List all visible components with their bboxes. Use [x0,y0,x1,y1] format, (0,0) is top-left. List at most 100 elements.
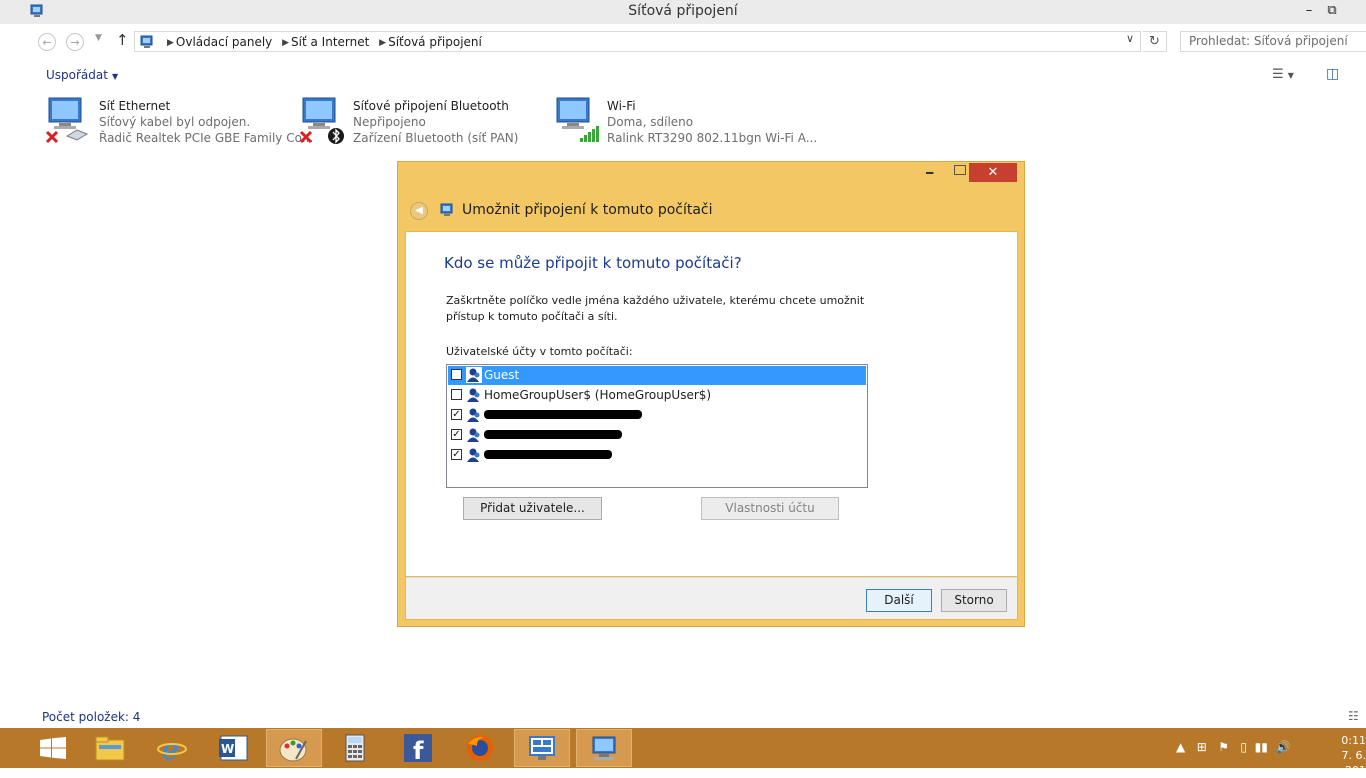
breadcrumb-control-panel[interactable]: Ovládací panely [176,35,272,49]
user-name: HomeGroupUser$ (HomeGroupUser$) [484,388,712,402]
taskbar-facebook[interactable]: f [390,729,446,767]
svg-text:e: e [162,734,179,762]
user-list-label: Uživatelské účty v tomto počítači: [446,345,633,358]
breadcrumb-network-internet[interactable]: Síť a Internet [291,35,369,49]
user-name: Guest [484,368,520,382]
restore-button[interactable]: ⧉ [1321,2,1343,20]
chevron-down-icon: ▼ [111,72,119,81]
internet-explorer-icon: e [157,733,187,766]
firefox-icon [467,735,493,761]
checkbox-checked[interactable]: ✓ [451,409,462,420]
checkbox-checked[interactable]: ✓ [451,429,462,440]
breadcrumb-network-connections[interactable]: Síťová připojení [388,35,482,49]
cancel-button[interactable]: Storno [941,589,1007,612]
user-list-item[interactable]: ✓ [448,426,866,445]
dialog-heading: Kdo se může připojit k tomuto počítači? [444,254,742,272]
search-input[interactable]: Prohledat: Síťová připojení [1180,31,1366,52]
system-tray: ▲ ⊞ ⚑ ▯ ▮▮ 🔊 [1176,740,1290,754]
refresh-button[interactable]: ↻ [1143,31,1167,52]
user-accounts-list[interactable]: Guest HomeGroupUser$ (HomeGroupUser$) ✓ ✓ ✓ [446,364,868,488]
add-user-button[interactable]: Přidat uživatele... [463,497,602,520]
paint-icon [279,738,307,762]
forward-button[interactable]: → [66,33,84,51]
window-title: Síťová připojení [628,3,738,19]
remote-desktop-icon [529,736,555,760]
bluetooth-disconnected-icon [299,97,344,144]
connection-device: Řadič Realtek PCIe GBE Family Co... [99,131,314,145]
back-button[interactable]: ← [38,33,56,51]
checkbox-unchecked[interactable] [451,389,462,400]
dialog-close-button[interactable]: ✕ [969,163,1017,182]
user-account-icon [466,367,482,383]
calculator-icon [345,734,365,762]
connection-name: Síť Ethernet [99,99,171,113]
show-hidden-icons-icon[interactable]: ▲ [1176,740,1185,754]
item-count-status: Počet položek: 4 [42,710,141,724]
user-account-icon [466,427,482,443]
taskbar-firefox[interactable] [452,729,508,767]
ethernet-disconnected-icon [45,97,89,144]
user-list-item[interactable]: ✓ [448,446,866,465]
windows-flag-icon[interactable]: ⊞ [1197,740,1207,754]
dialog-maximize-button[interactable] [954,165,966,175]
taskbar-remote-desktop[interactable] [514,729,570,767]
checkbox-checked[interactable]: ✓ [451,449,462,460]
command-bar: Uspořádat ▼ ☰ ▼ ◫ [0,60,1366,90]
network-icon [440,203,453,216]
organize-label: Uspořádat [46,68,108,82]
redacted-user-name [484,430,622,439]
connection-name: Wi-Fi [607,99,636,113]
svg-text:f: f [413,737,424,762]
dialog-content: Kdo se může připojit k tomuto počítači? … [405,231,1018,577]
address-history-dropdown-icon[interactable]: ∨ [1126,32,1134,45]
next-button[interactable]: Další [866,589,932,612]
user-account-icon [466,387,482,403]
connection-device: Ralink RT3290 802.11bgn Wi-Fi A... [607,131,818,145]
account-properties-button[interactable]: Vlastnosti účtu [701,497,839,520]
dialog-instruction: Zaškrtněte políčko vedle jména každého u… [446,294,865,323]
wifi-signal-icon[interactable]: ▮▮ [1255,740,1268,754]
organize-menu[interactable]: Uspořádat ▼ [46,68,118,82]
recent-locations-dropdown-icon[interactable]: ▼ [95,33,102,43]
up-one-level-button[interactable]: ↑ [116,31,129,49]
breadcrumb-chevron-icon[interactable]: ▶ [282,38,289,48]
taskbar-calculator[interactable] [327,729,383,767]
dialog-minimize-button[interactable]: ━ [926,166,933,180]
connection-device: Zařízení Bluetooth (síť PAN) [353,131,519,145]
network-connections-icon [592,736,616,760]
details-view-icon[interactable]: ☷ [1348,709,1359,723]
window-titlebar: Síťová připojení – ⧉ [0,0,1366,24]
clock[interactable]: 0:11 7. 6. 201 [1326,733,1366,778]
checkbox-unchecked[interactable] [451,369,462,380]
redacted-user-name [484,450,612,459]
file-explorer-icon [95,736,125,761]
taskbar-word[interactable]: W [205,729,261,767]
battery-icon[interactable]: ▯ [1240,740,1247,754]
breadcrumb-chevron-icon[interactable]: ▶ [167,38,174,48]
connection-item-wifi[interactable]: Wi-Fi Doma, sdíleno Ralink RT3290 802.11… [553,96,817,152]
change-view-button[interactable]: ☰ ▼ [1272,67,1294,82]
connection-status: Síťový kabel byl odpojen. [99,115,251,129]
preview-pane-icon[interactable]: ◫ [1326,66,1339,82]
wifi-connected-icon [556,97,599,142]
taskbar-file-explorer[interactable] [82,729,138,767]
taskbar-network-connections[interactable] [576,729,632,767]
user-list-item[interactable]: HomeGroupUser$ (HomeGroupUser$) [448,386,866,405]
breadcrumb-chevron-icon[interactable]: ▶ [379,38,386,48]
user-list-item[interactable]: Guest [448,366,866,385]
start-button-icon[interactable] [40,737,66,759]
clock-time: 0:11 [1341,734,1366,747]
taskbar-internet-explorer[interactable]: e [144,729,200,767]
user-list-item[interactable]: ✓ [448,406,866,425]
volume-icon[interactable]: 🔊 [1276,740,1291,754]
dialog-footer: Další Storno [405,577,1018,620]
taskbar-paint[interactable] [266,729,322,767]
minimize-button[interactable]: – [1298,2,1320,20]
action-center-flag-icon[interactable]: ⚑ [1218,740,1229,754]
connection-item-bluetooth[interactable]: Síťové připojení Bluetooth Nepřipojeno Z… [299,96,549,152]
user-account-icon [466,447,482,463]
connection-item-ethernet[interactable]: Síť Ethernet Síťový kabel byl odpojen. Ř… [45,96,313,152]
dialog-back-button[interactable]: ◀ [410,202,428,220]
word-icon: W [219,735,248,761]
address-bar[interactable]: ▶ Ovládací panely ▶ Síť a Internet ▶ Síťová… [134,31,1141,52]
